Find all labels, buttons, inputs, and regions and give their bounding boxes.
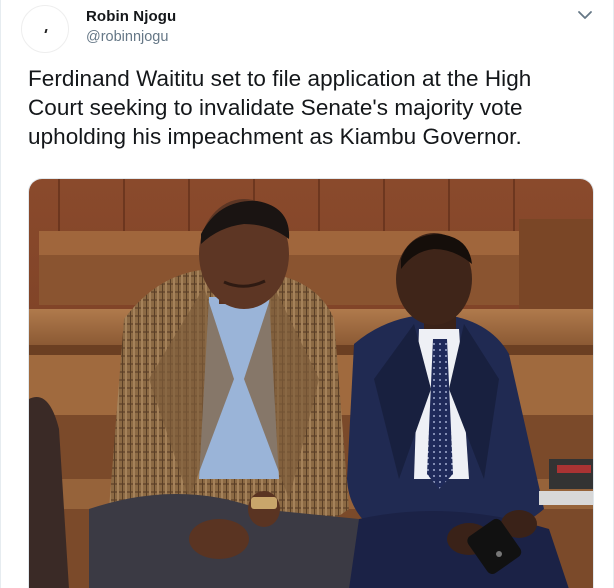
- avatar[interactable]: [21, 5, 69, 53]
- tweet-photo[interactable]: [28, 178, 594, 588]
- chevron-down-icon[interactable]: [575, 7, 595, 25]
- avatar-mark: [44, 29, 48, 33]
- tweet-text: Ferdinand Waititu set to file applicatio…: [28, 66, 532, 149]
- tweet-card: Robin Njogu @robinnjogu Ferdinand Waitit…: [0, 0, 614, 588]
- courtroom-photo: [29, 179, 593, 588]
- author-handle[interactable]: @robinnjogu: [86, 29, 168, 45]
- author-display-name[interactable]: Robin Njogu: [86, 8, 176, 25]
